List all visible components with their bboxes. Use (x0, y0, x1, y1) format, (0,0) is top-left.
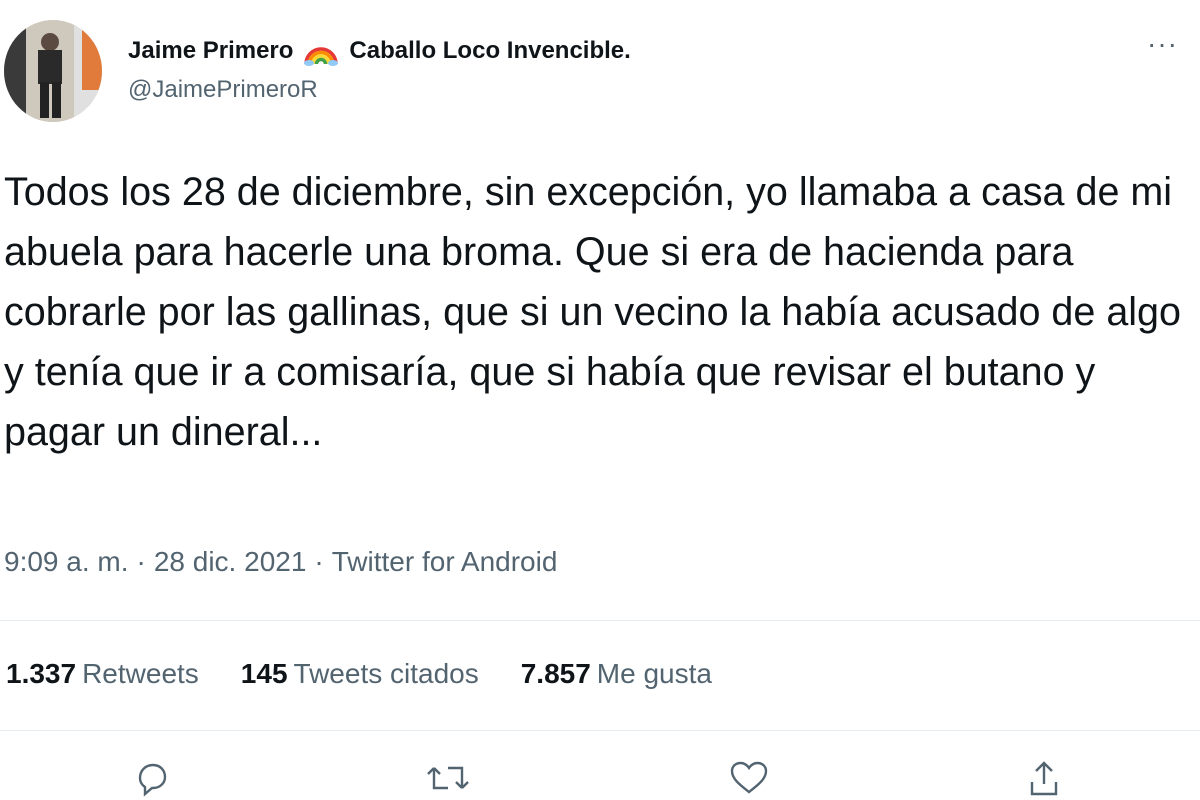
retweets-label: Retweets (82, 658, 199, 689)
retweets-count: 1.337 (6, 658, 77, 689)
rainbow-icon (303, 36, 339, 66)
likes-label: Me gusta (596, 658, 712, 689)
action-bar (0, 758, 1200, 800)
tweet-source[interactable]: Twitter for Android (332, 546, 558, 577)
avatar[interactable] (4, 20, 102, 122)
share-icon[interactable] (1024, 758, 1064, 798)
retweet-icon[interactable] (424, 758, 472, 798)
separator: · (136, 546, 146, 577)
tweet-time[interactable]: 9:09 a. m. (4, 546, 129, 577)
divider (0, 620, 1200, 621)
quotes-stat[interactable]: 145 Tweets citados (241, 658, 479, 690)
likes-count: 7.857 (520, 658, 591, 689)
divider (0, 730, 1200, 731)
tweet-date[interactable]: 28 dic. 2021 (154, 546, 307, 577)
likes-stat[interactable]: 7.857 Me gusta (521, 658, 712, 690)
more-options-icon[interactable]: ··· (1147, 30, 1178, 58)
author-name-part1: Jaime Primero (128, 37, 294, 64)
author-name[interactable]: Jaime Primero Caballo Loco Invencible. (128, 36, 631, 66)
quotes-count: 145 (240, 658, 288, 689)
author-handle[interactable]: @JaimePrimeroR (128, 76, 318, 104)
reply-icon[interactable] (132, 758, 172, 798)
tweet-meta: 9:09 a. m. · 28 dic. 2021 · Twitter for Andr… (4, 546, 557, 578)
separator: · (314, 546, 324, 577)
retweets-stat[interactable]: 1.337 Retweets (6, 658, 199, 690)
author-name-part2: Caballo Loco Invencible. (349, 37, 631, 64)
like-icon[interactable] (728, 758, 770, 798)
quotes-label: Tweets citados (293, 658, 479, 689)
tweet-text: Todos los 28 de diciembre, sin excepción… (4, 170, 1181, 454)
tweet-stats: 1.337 Retweets 145 Tweets citados 7.857 Me … (6, 658, 712, 690)
